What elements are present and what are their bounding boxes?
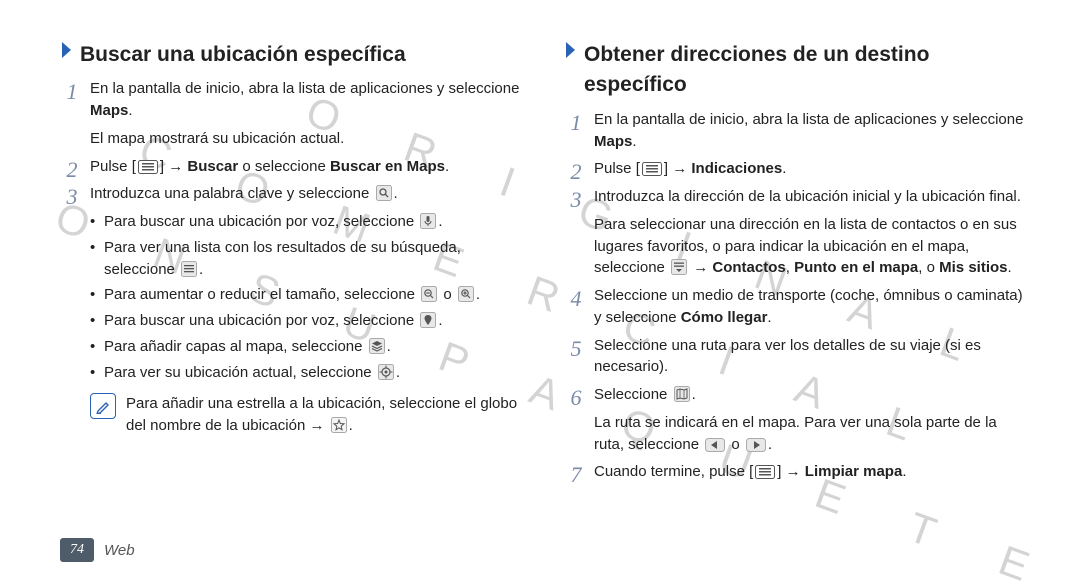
section-label: Web [104, 542, 135, 559]
mic-icon [420, 213, 436, 229]
right-column: Obtener direcciones de un destino especí… [564, 40, 1030, 489]
left-heading: Buscar una ubicación específica [60, 40, 526, 70]
left-bullet-results: Para ver una lista con los resultados de… [90, 237, 526, 281]
left-step-3: Introduzca una palabra clave y seleccion… [60, 183, 526, 383]
chevron-right-icon [60, 40, 74, 60]
right-step-3-sub: Para seleccionar una dirección en la lis… [594, 214, 1030, 279]
map-icon [674, 386, 690, 402]
menu-key-icon [755, 465, 775, 479]
arrow-left-icon [705, 438, 725, 452]
left-bullet-current-loc: Para ver su ubicación actual, seleccione… [90, 362, 526, 384]
my-location-icon [378, 364, 394, 380]
left-step-1-sub: El mapa mostrará su ubicación actual. [90, 128, 526, 150]
right-step-1: En la pantalla de inicio, abra la lista … [564, 109, 1030, 153]
note-icon [90, 393, 116, 419]
left-bullet-layers: Para añadir capas al mapa, seleccione . [90, 336, 526, 358]
chevron-right-icon [564, 40, 578, 60]
right-step-7: Cuando termine, pulse [] → Limpiar mapa. [564, 461, 1030, 483]
places-icon [420, 312, 436, 328]
note-text: Para añadir una estrella a la ubicación,… [126, 393, 526, 437]
right-step-6: Seleccione . La ruta se indicará en el m… [564, 384, 1030, 455]
right-step-5: Seleccione una ruta para ver los detalle… [564, 335, 1030, 379]
search-icon [376, 185, 392, 201]
zoom-out-icon [421, 286, 437, 302]
left-step-1: En la pantalla de inicio, abra la lista … [60, 78, 526, 149]
list-icon [181, 261, 197, 277]
left-bullet-zoom: Para aumentar o reducir el tamaño, selec… [90, 284, 526, 306]
dropdown-icon [671, 259, 687, 275]
right-step-3: Introduzca la dirección de la ubicación … [564, 186, 1030, 279]
right-step-2: Pulse [] → Indicaciones. [564, 158, 1030, 180]
right-step-4: Seleccione un medio de transporte (coche… [564, 285, 1030, 329]
zoom-in-icon [458, 286, 474, 302]
layers-icon [369, 338, 385, 354]
page-footer: 74 Web [60, 538, 135, 562]
right-step-6-sub: La ruta se indicará en el mapa. Para ver… [594, 412, 1030, 456]
right-heading: Obtener direcciones de un destino especí… [564, 40, 1030, 101]
star-icon [331, 417, 347, 433]
page-number: 74 [60, 538, 94, 562]
arrow-right-icon [746, 438, 766, 452]
menu-key-icon [138, 160, 158, 174]
left-bullet-voice2: Para buscar una ubicación por voz, selec… [90, 310, 526, 332]
left-column: Buscar una ubicación específica En la pa… [60, 40, 526, 489]
left-step-2: Pulse [] → Buscar o seleccione Buscar en… [60, 156, 526, 178]
left-bullet-voice: Para buscar una ubicación por voz, selec… [90, 211, 526, 233]
menu-key-icon [642, 162, 662, 176]
note-box: Para añadir una estrella a la ubicación,… [90, 393, 526, 437]
